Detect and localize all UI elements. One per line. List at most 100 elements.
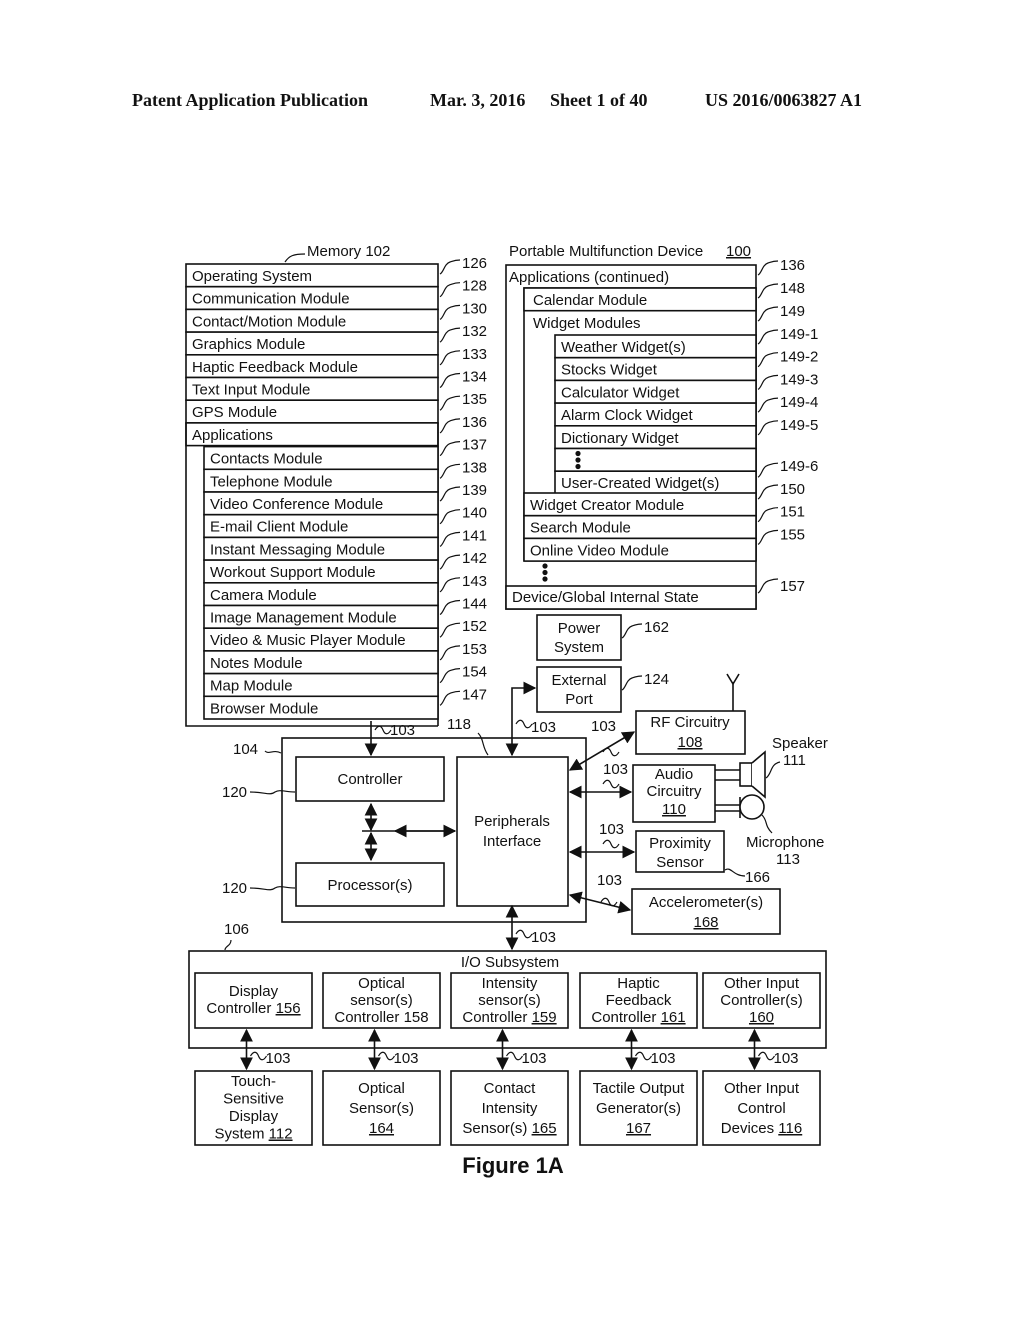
widget-ref: 149-4	[780, 394, 818, 411]
figure-label: Figure 1A	[462, 1153, 564, 1178]
proximity-ref: 166	[745, 869, 770, 886]
memory-row-label: Contact/Motion Module	[192, 313, 346, 330]
processor-label: Processor(s)	[327, 877, 412, 894]
io-controller-label: sensor(s)	[478, 992, 541, 1009]
memory-leader	[284, 253, 306, 263]
widget-ref: 149-6	[780, 458, 818, 475]
io-ref-leader	[224, 939, 232, 951]
power-ref: 162	[644, 619, 669, 636]
memory-row-label: Communication Module	[192, 291, 350, 308]
speaker-cone-icon	[751, 750, 766, 799]
memory-ref-leader	[439, 282, 461, 298]
io-controller-label: Controller 161	[591, 1009, 685, 1026]
ref-leader	[757, 283, 779, 299]
peripherals-label-2: Interface	[483, 833, 541, 850]
memory-ref-leader	[439, 372, 461, 389]
application-ref: 147	[462, 686, 487, 703]
memory-ref-leader	[439, 418, 461, 434]
antenna-icon	[726, 673, 740, 686]
memory-ref-leader	[439, 259, 461, 275]
bus-tilde	[602, 779, 620, 789]
ellipsis-dot	[575, 457, 581, 463]
chip-ref: 104	[233, 741, 258, 758]
application-ref-leader	[439, 463, 461, 479]
application-row-label: Notes Module	[210, 655, 303, 672]
application-row-label: Browser Module	[210, 700, 318, 717]
application-row-label: Workout Support Module	[210, 564, 376, 581]
calendar-ref: 148	[780, 280, 805, 297]
application-row-label: Image Management Module	[210, 610, 397, 627]
calendar-label: Calendar Module	[533, 292, 647, 309]
audio-number: 110	[662, 801, 686, 818]
io-device-label: Contact	[484, 1080, 537, 1097]
widget-ref: 149-3	[780, 371, 818, 388]
widget-modules-ref: 149	[780, 303, 805, 320]
memory-row-label: Graphics Module	[192, 336, 305, 353]
application-ref: 139	[462, 482, 487, 499]
bus-ref: 103	[394, 1050, 419, 1067]
application-ref-leader	[439, 690, 461, 706]
application-ref-leader	[439, 645, 461, 661]
peripherals-interface-box	[456, 756, 569, 907]
ref-leader	[757, 306, 779, 322]
bus-ref: 103	[774, 1050, 799, 1067]
bus-ref: 103	[591, 718, 616, 735]
module-row-label: Online Video Module	[530, 542, 669, 559]
rf-label: RF Circuitry	[650, 714, 730, 731]
memory-ref: 134	[462, 369, 487, 386]
widget-ref: 149-5	[780, 417, 818, 434]
application-row-label: Camera Module	[210, 587, 317, 604]
application-ref-leader	[439, 599, 461, 616]
ref-leader	[621, 675, 643, 691]
io-controller-label: sensor(s)	[350, 992, 413, 1009]
application-row-label: Video Conference Module	[210, 496, 383, 513]
bus-ref: 103	[522, 1050, 547, 1067]
ref-leader	[757, 507, 779, 523]
memory-ref: 135	[462, 391, 487, 408]
memory-row-label: Haptic Feedback Module	[192, 359, 358, 376]
proximity-leader	[724, 868, 746, 877]
bus-tilde	[505, 1051, 524, 1061]
application-ref: 137	[462, 437, 487, 454]
application-ref-leader	[439, 577, 461, 593]
bus-ref: 103	[603, 761, 628, 778]
widget-row-label: Alarm Clock Widget	[561, 407, 694, 424]
io-subsystem-title: I/O Subsystem	[461, 954, 559, 971]
bus-tilde	[515, 719, 533, 729]
application-row-label: Map Module	[210, 678, 293, 695]
memory-ref: 130	[462, 300, 487, 317]
ellipsis-dot	[542, 569, 548, 576]
memory-ref: 132	[462, 323, 487, 340]
module-ref: 150	[780, 481, 805, 498]
memory-ref-leader	[439, 395, 461, 411]
proximity-label-2: Sensor	[656, 854, 704, 871]
speaker-leader	[765, 761, 781, 779]
widget-ref: 149-1	[780, 326, 818, 343]
power-label-2: System	[554, 639, 604, 656]
widget-ellipsis-row	[554, 447, 757, 473]
io-device-label: Touch-	[231, 1073, 276, 1090]
widget-row-label: Dictionary Widget	[561, 430, 679, 447]
ref-leader	[757, 260, 779, 276]
memory-row-label: GPS Module	[192, 404, 277, 421]
io-controller-number: 160	[749, 1009, 774, 1026]
bus-tilde	[602, 839, 620, 849]
ellipsis-dot	[575, 450, 581, 457]
power-label-1: Power	[558, 620, 601, 637]
memory-title: Memory 102	[307, 243, 390, 260]
application-ref: 154	[462, 664, 487, 681]
peripherals-label-1: Peripherals	[474, 813, 550, 830]
ref-leader	[757, 529, 779, 545]
bus-ref: 103	[266, 1050, 291, 1067]
application-ref: 143	[462, 573, 487, 590]
ellipsis-dot	[542, 576, 548, 582]
bus-tilde	[377, 1051, 396, 1061]
application-ref-leader	[439, 622, 461, 638]
bus-ref: 103	[531, 929, 556, 946]
memory-ref: 126	[462, 255, 487, 272]
ref-leader	[757, 397, 779, 413]
widget-row-label: Stocks Widget	[561, 362, 658, 379]
speaker-label: Speaker	[772, 735, 828, 752]
microphone-wire	[715, 804, 740, 812]
memory-ref-leader	[439, 327, 461, 343]
